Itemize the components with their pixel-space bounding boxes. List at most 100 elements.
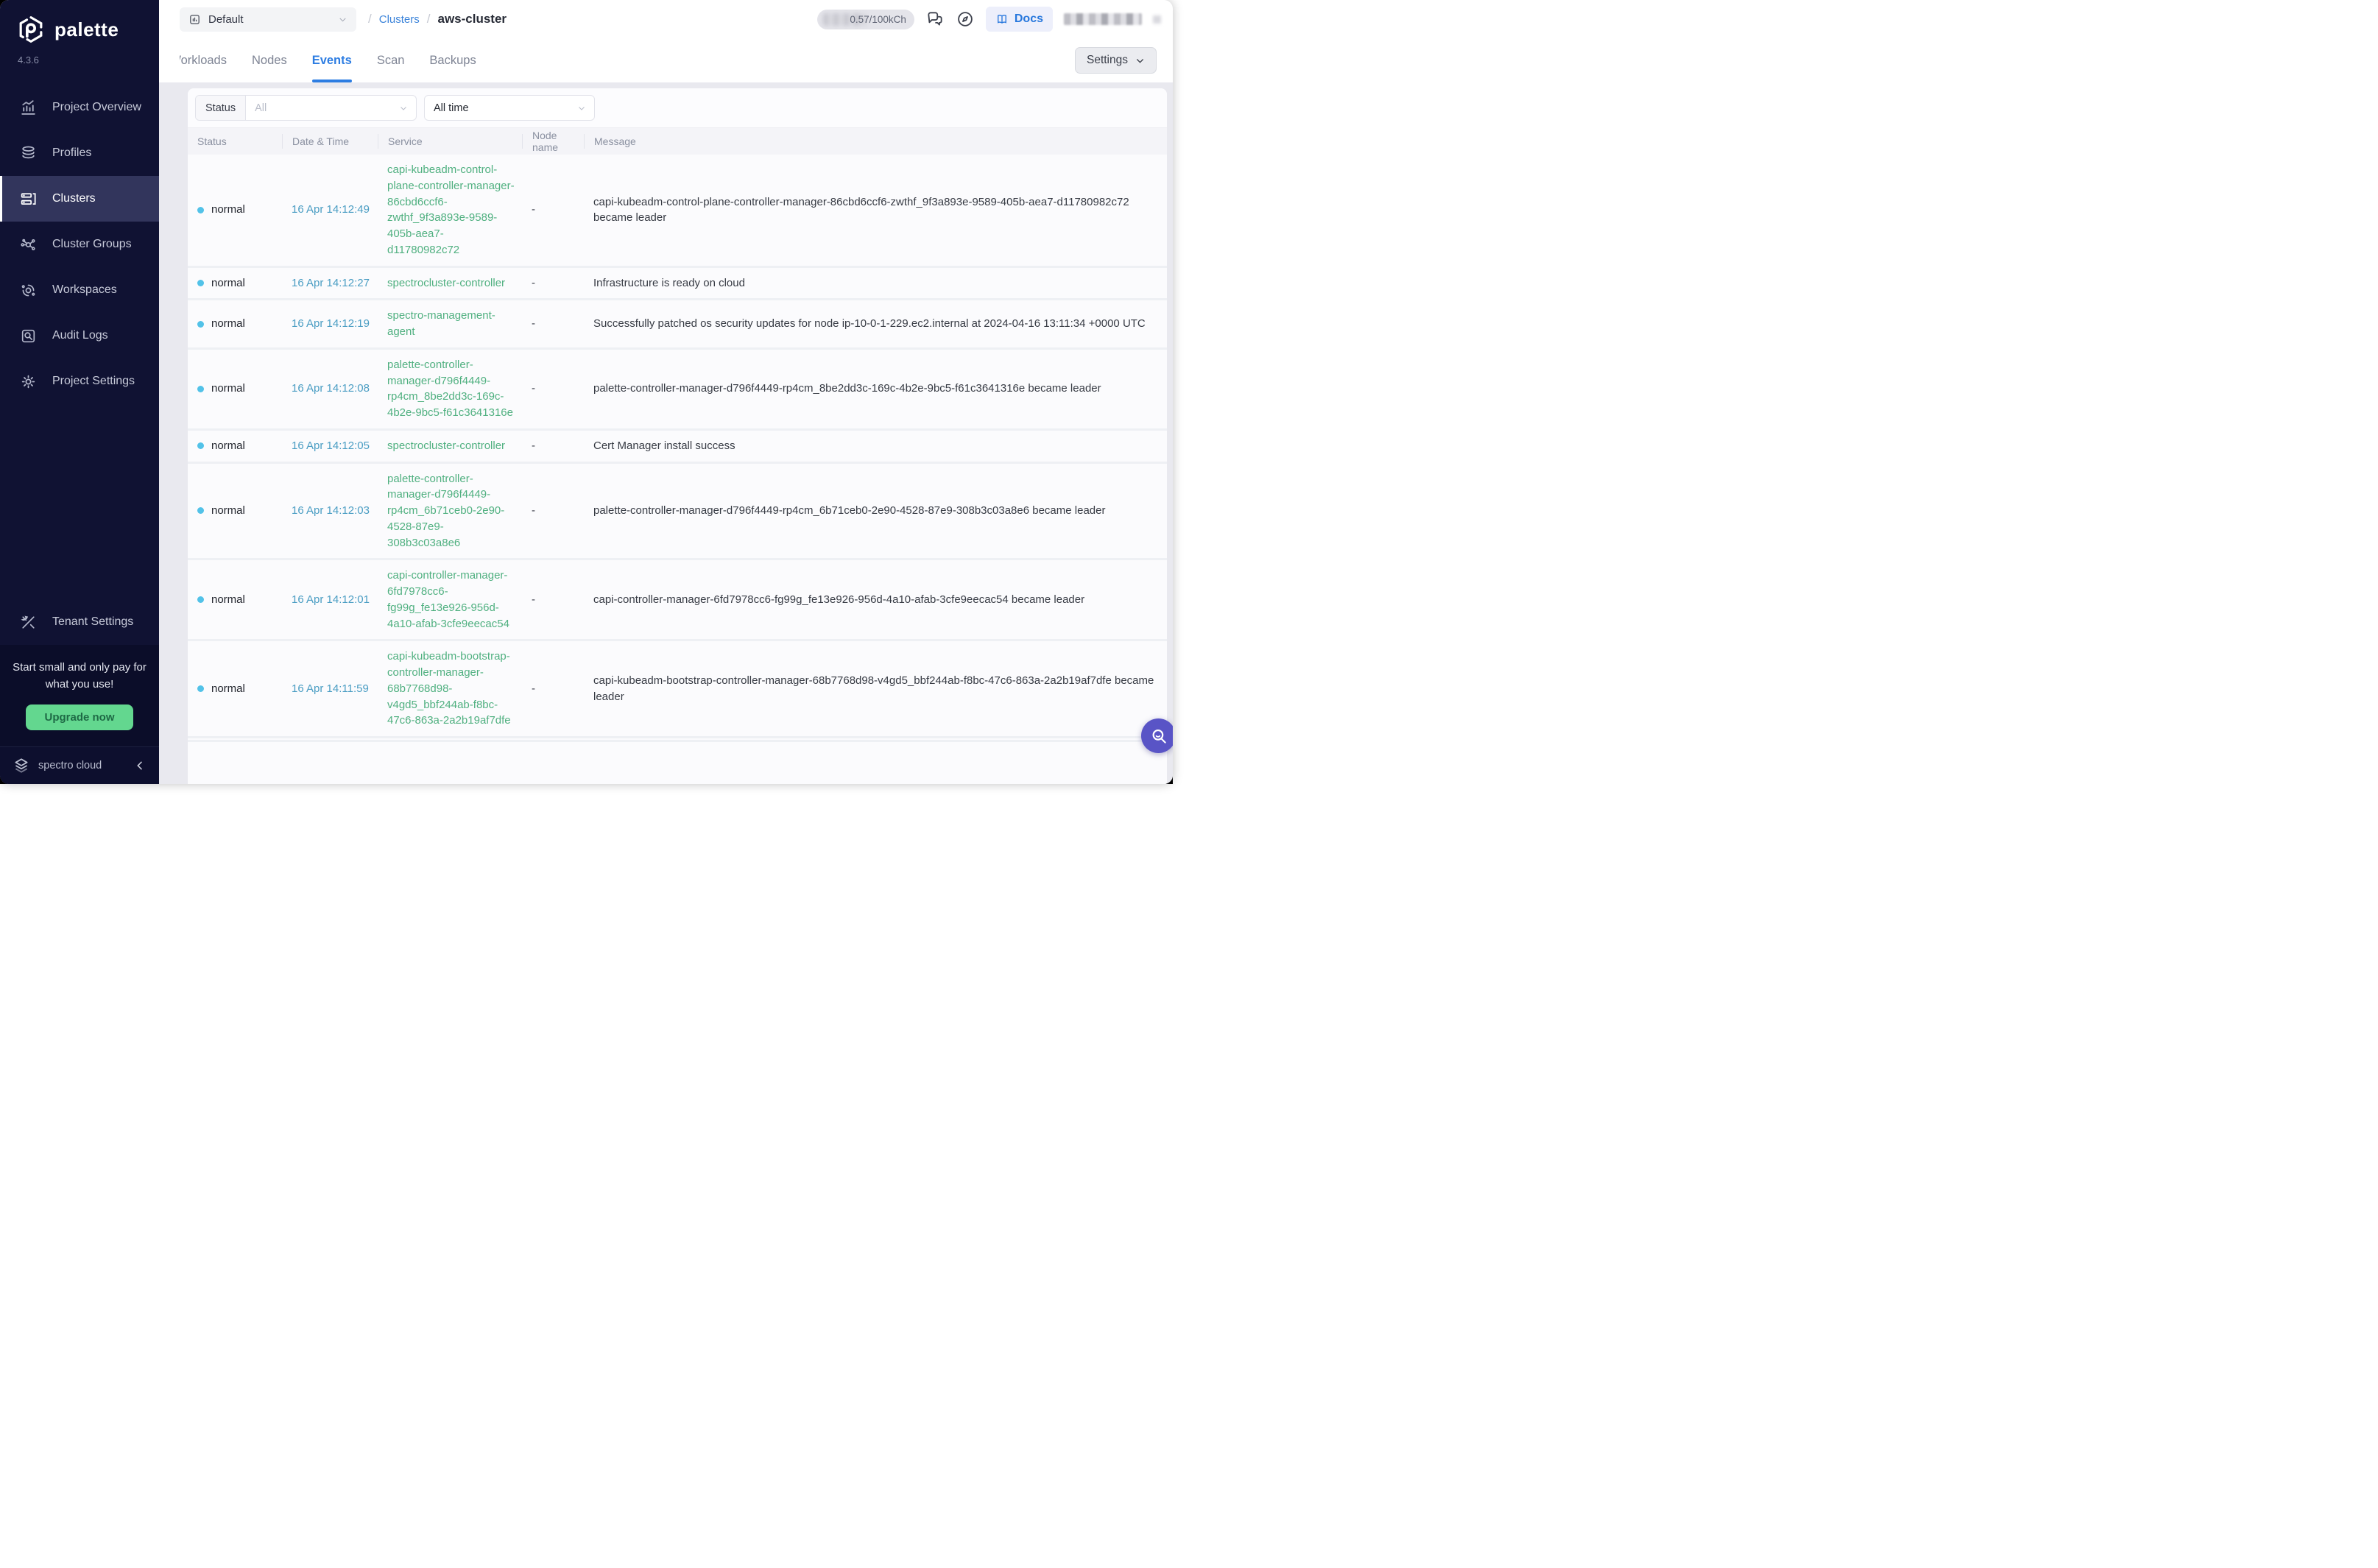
sidebar-item-clusters[interactable]: Clusters [0, 176, 159, 222]
status-dot [197, 207, 204, 213]
table-row[interactable]: normal 16 Apr 14:12:05 spectrocluster-co… [188, 428, 1167, 462]
column-header-date: Date & Time [282, 134, 378, 149]
service-cell[interactable]: palette-controller-manager-d796f4449-rp4… [378, 357, 522, 421]
service-cell[interactable]: palette-controller-manager-d796f4449-rp4… [378, 471, 522, 551]
message-cell: Infrastructure is ready on cloud [584, 275, 1167, 292]
column-header-message: Message [584, 134, 1167, 149]
status-cell: normal [188, 681, 282, 697]
audit-log-icon [19, 327, 38, 345]
tab-label: Events [312, 54, 352, 68]
usage-value: 0.57/100kCh [850, 14, 906, 25]
main-area: Default / Clusters / aws-cluster 0.57/10… [159, 0, 1173, 784]
time-filter[interactable]: All time [424, 95, 595, 121]
palette-logo-icon [16, 15, 46, 44]
table-row[interactable]: normal 16 Apr 14:12:03 palette-controlle… [188, 462, 1167, 559]
sidebar-item-cluster-groups[interactable]: Cluster Groups [0, 222, 159, 267]
usage-badge: 0.57/100kCh [817, 10, 914, 29]
status-filter[interactable]: Status All [195, 95, 417, 121]
message-cell: capi-kubeadm-bootstrap-controller-manage… [584, 673, 1167, 705]
status-cell: normal [188, 202, 282, 218]
service-cell[interactable]: spectro-management-agent [378, 308, 522, 340]
spectro-cloud-logo-icon [12, 756, 31, 775]
network-icon [19, 236, 38, 254]
node-name-cell: - [522, 381, 584, 397]
clusters-icon [19, 190, 38, 208]
status-text: normal [211, 592, 245, 608]
orbit-icon [19, 281, 38, 300]
column-header-node: Node name [522, 134, 584, 149]
screen: palette 4.3.6 Project Overview [0, 0, 1189, 784]
status-text: normal [211, 503, 245, 519]
datetime-cell: 16 Apr 14:12:19 [282, 316, 378, 332]
logo-text: palette [54, 18, 119, 41]
sidebar-item-audit-logs[interactable]: Audit Logs [0, 313, 159, 359]
tab-backups[interactable]: Backups [429, 38, 476, 82]
status-text: normal [211, 381, 245, 397]
datetime-cell: 16 Apr 14:11:59 [282, 681, 378, 697]
sidebar-nav: Project Overview Profiles [0, 85, 159, 404]
table-row[interactable]: normal 16 Apr 14:12:49 capi-kubeadm-cont… [188, 155, 1167, 266]
status-dot [197, 507, 204, 514]
service-cell[interactable]: capi-controller-manager-6fd7978cc6-fg99g… [378, 568, 522, 632]
project-selector[interactable]: Default [180, 7, 356, 32]
status-dot [197, 280, 204, 286]
status-dot [197, 596, 204, 603]
docs-button[interactable]: Docs [986, 7, 1053, 32]
service-cell[interactable]: capi-kubeadm-bootstrap-controller-manage… [378, 649, 522, 729]
tab-workloads[interactable]: Workloads [180, 38, 227, 82]
status-text: normal [211, 438, 245, 454]
sidebar-item-label: Profiles [52, 146, 91, 160]
status-text: normal [211, 681, 245, 697]
sidebar-item-workspaces[interactable]: Workspaces [0, 267, 159, 313]
tabs: Workloads Nodes Events Scan Backups [180, 38, 476, 82]
table-row[interactable]: normal 16 Apr 14:12:27 spectrocluster-co… [188, 266, 1167, 299]
collapse-sidebar-icon[interactable] [134, 760, 146, 771]
spectro-cloud-label: spectro cloud [38, 760, 102, 771]
breadcrumb-separator: / [368, 12, 372, 27]
message-cell: capi-controller-manager-6fd7978cc6-fg99g… [584, 592, 1167, 608]
help-compass-icon[interactable] [956, 10, 975, 29]
sidebar-item-project-overview[interactable]: Project Overview [0, 85, 159, 130]
time-filter-value: All time [425, 102, 577, 114]
search-fab-button[interactable] [1141, 718, 1173, 753]
tab-label: Nodes [252, 54, 287, 68]
datetime-cell: 16 Apr 14:12:05 [282, 438, 378, 454]
service-cell[interactable]: spectrocluster-controller [378, 275, 522, 292]
upgrade-now-button[interactable]: Upgrade now [26, 704, 133, 730]
settings-label: Settings [1087, 54, 1128, 67]
service-cell[interactable]: capi-kubeadm-control-plane-controller-ma… [378, 162, 522, 258]
chart-icon [19, 99, 38, 117]
cluster-settings-button[interactable]: Settings [1075, 47, 1157, 74]
chat-icon[interactable] [925, 10, 945, 29]
table-row[interactable]: normal 16 Apr 14:12:08 palette-controlle… [188, 347, 1167, 428]
app-window: palette 4.3.6 Project Overview [0, 0, 1173, 784]
chevron-down-icon [577, 104, 586, 113]
status-cell: normal [188, 503, 282, 519]
datetime-cell: 16 Apr 14:12:01 [282, 592, 378, 608]
table-row[interactable]: normal 16 Apr 14:12:01 capi-controller-m… [188, 558, 1167, 639]
datetime-cell: 16 Apr 14:12:49 [282, 202, 378, 218]
tab-events[interactable]: Events [312, 38, 352, 82]
table-row[interactable]: normal 16 Apr 14:12:19 spectro-managemen… [188, 298, 1167, 347]
sidebar-footer: spectro cloud [0, 746, 159, 784]
status-text: normal [211, 275, 245, 292]
sidebar-item-profiles[interactable]: Profiles [0, 130, 159, 176]
sidebar-spacer [0, 404, 159, 599]
service-cell[interactable]: spectrocluster-controller [378, 438, 522, 454]
sidebar-item-label: Tenant Settings [52, 615, 133, 629]
sidebar-item-tenant-settings[interactable]: Tenant Settings [0, 599, 159, 645]
status-cell: normal [188, 438, 282, 454]
breadcrumb-clusters-link[interactable]: Clusters [379, 13, 420, 26]
breadcrumb: / Clusters / aws-cluster [368, 12, 507, 27]
table-row[interactable]: normal 16 Apr 14:11:59 capi-kubeadm-boot… [188, 639, 1167, 736]
tab-nodes[interactable]: Nodes [252, 38, 287, 82]
tab-scan[interactable]: Scan [377, 38, 405, 82]
project-icon [188, 13, 201, 26]
sidebar-item-project-settings[interactable]: Project Settings [0, 359, 159, 404]
project-name: Default [208, 13, 244, 26]
cluster-tabs: Workloads Nodes Events Scan Backups [159, 38, 1173, 82]
sidebar-item-label: Workspaces [52, 283, 117, 297]
sidebar-item-label: Project Settings [52, 375, 135, 388]
tab-label: Workloads [180, 54, 227, 68]
username-redacted [1064, 13, 1142, 25]
